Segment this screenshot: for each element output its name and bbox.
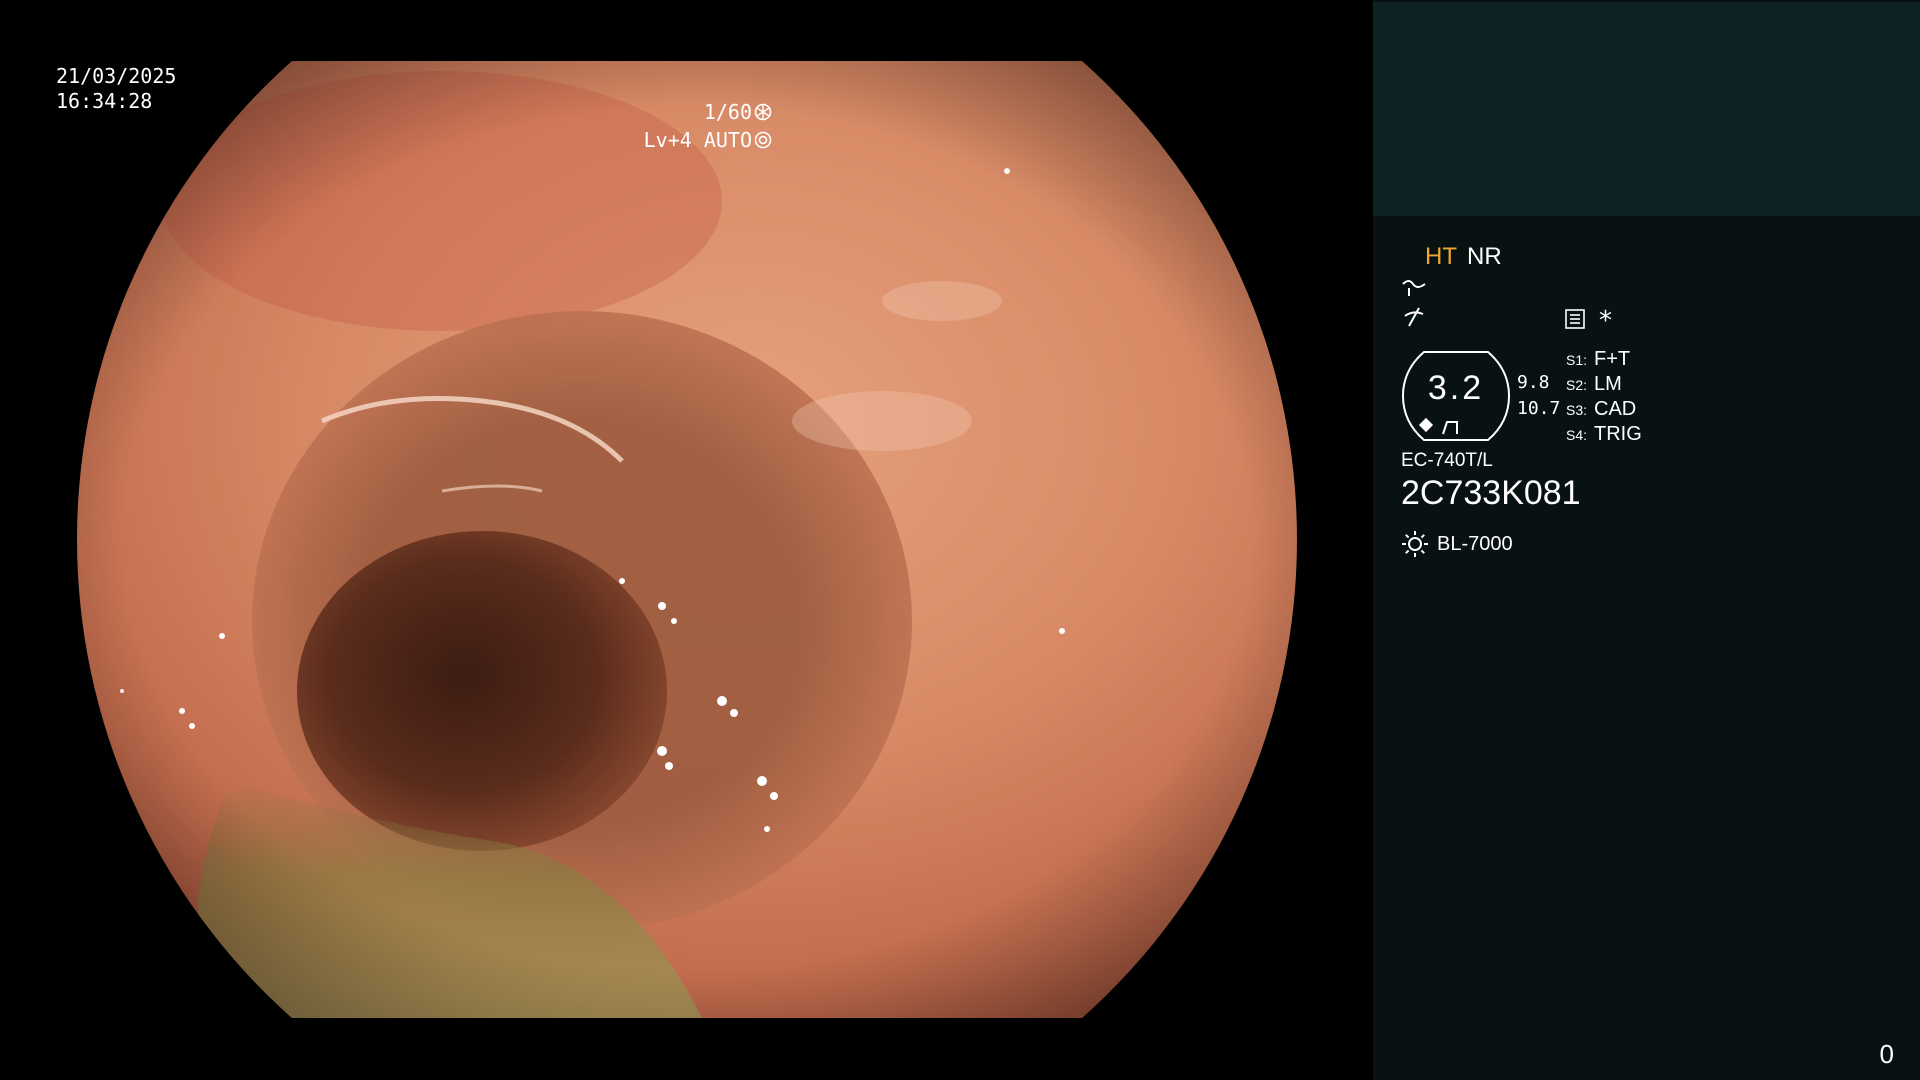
endoscopic-image [62, 61, 1312, 1018]
zoom-side-values: 9.8 10.7 [1517, 370, 1560, 422]
shutter-line: 1/60 [644, 98, 772, 126]
exam-date: 21/03/2025 [56, 64, 177, 88]
switch-item-s3: S3: CAD [1566, 398, 1642, 423]
image-mode-row: HT NR [1425, 243, 1502, 271]
switch-value: F+T [1594, 348, 1631, 370]
iris-icon [754, 131, 772, 149]
asterisk-mark: * [1599, 306, 1612, 336]
light-source-model: BL-7000 [1437, 532, 1513, 555]
scope-model: EC-740T/L [1401, 450, 1493, 471]
level-line: Lv+4 AUTO [644, 126, 772, 154]
mode-ht: HT [1425, 243, 1457, 270]
switch-item-s2: S2: LM [1566, 373, 1642, 398]
switch-value: CAD [1594, 398, 1637, 420]
info-panel: HT NR * 3.2 9.8 10.7 S1: F+T S2: LM S3: … [1373, 0, 1920, 1080]
scope-serial-number: 2C733K081 [1401, 474, 1581, 512]
zoom-value: 3.2 [1427, 369, 1485, 407]
thumbnail-area [1373, 2, 1920, 216]
brightness-level: Lv+4 AUTO [643, 128, 752, 152]
zoom-side-bottom: 10.7 [1517, 398, 1561, 419]
switch-key: S4: [1566, 427, 1588, 443]
switch-value: TRIG [1594, 423, 1642, 445]
switch-assignment-list: S1: F+T S2: LM S3: CAD S4: TRIG [1566, 348, 1642, 448]
curve-icon [1402, 280, 1426, 296]
switch-key: S2: [1566, 377, 1588, 393]
light-source-icon [1402, 531, 1428, 557]
switch-key: S3: [1566, 402, 1588, 418]
panel-body: HT NR * 3.2 9.8 10.7 S1: F+T S2: LM S3: … [1373, 216, 1920, 1080]
image-counter: 0 [1879, 1039, 1894, 1069]
switch-item-s1: S1: F+T [1566, 348, 1642, 373]
light-source-row: BL-7000 [1401, 530, 1513, 558]
endoscope-video-area: 21/03/2025 16:34:28 1/60 Lv+4 AUTO [0, 0, 1373, 1080]
exam-time: 16:34:28 [56, 89, 153, 113]
memo-icon [1565, 309, 1585, 329]
switch-item-s4: S4: TRIG [1566, 423, 1642, 448]
mode-nr: NR [1467, 243, 1502, 270]
structure-enhancement-icon [1404, 307, 1424, 327]
switch-value: LM [1594, 373, 1622, 395]
aperture-icon [754, 103, 772, 121]
shutter-speed: 1/60 [703, 100, 752, 124]
switch-key: S1: [1566, 352, 1588, 368]
zoom-side-top: 9.8 [1517, 372, 1550, 393]
exposure-readout: 1/60 Lv+4 AUTO [644, 98, 772, 154]
